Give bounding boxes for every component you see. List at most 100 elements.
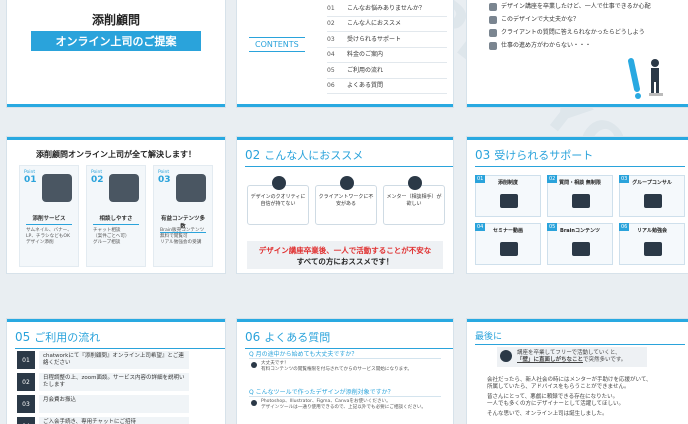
- step-number: 02: [17, 373, 35, 391]
- slide-top-bar: [467, 137, 688, 140]
- section-heading: 03 受けられるサポート: [475, 147, 685, 167]
- toc-text: 受けられるサポート: [347, 35, 402, 43]
- section-number: 06: [245, 330, 261, 344]
- step-number: 03: [17, 395, 35, 413]
- support-heading: Brainコンテンツ: [560, 228, 600, 234]
- support-card: 04 セミナー動画: [475, 223, 541, 265]
- slide-solution: 添削顧問オンライン上司が全て解決します！ Point 01 添削サービス サムネイル、…: [6, 136, 226, 274]
- section-number: 02: [245, 148, 261, 162]
- toc-number: 05: [327, 66, 335, 74]
- step-box: 日程調整の上、zoom面談。サービス内容の詳細を説明いたします: [39, 373, 189, 391]
- toc-item[interactable]: 06 よくある質問: [327, 79, 447, 94]
- section-number: 03: [475, 148, 491, 162]
- persona-card: デザインのクオリティに自信が持てない: [247, 176, 309, 225]
- section-heading: 05 ご利用の流れ: [15, 329, 225, 349]
- point-number: 01: [24, 175, 37, 185]
- support-card: 06 リアル勉強会: [619, 223, 685, 265]
- worry-text: クライアントの質問に答えられなかったらどうしよう: [501, 29, 645, 36]
- closing-p5: そんな思いで、オンライン上司は誕生しました。: [487, 411, 608, 417]
- toc-number: 04: [327, 51, 335, 59]
- point-description: サムネイル、バナー、LP、チラシなどもOK デザイン添削: [26, 228, 72, 245]
- toc-number: 02: [327, 20, 335, 28]
- toc-text: ご利用の流れ: [347, 66, 384, 74]
- chat-bubble-icon: [489, 16, 497, 24]
- toc-item[interactable]: 03 受けられるサポート: [327, 32, 447, 48]
- support-heading: リアル勉強会: [637, 228, 667, 234]
- point-illustration: [109, 174, 139, 202]
- closing-title: 最後に: [475, 329, 685, 345]
- title-sub: オンライン上司のご提案: [31, 31, 201, 51]
- point-illustration: [42, 174, 72, 202]
- worried-person-illustration: [628, 58, 663, 99]
- quote-line-1: 講座を卒業してフリーで活動していくと、: [517, 350, 621, 356]
- toc-number: 06: [327, 82, 335, 90]
- point-number: 03: [158, 175, 171, 185]
- chat-bubble-icon: [489, 42, 497, 50]
- banner-highlight: デザイン講座卒業後、一人で活動することが不安な: [258, 246, 432, 255]
- slide-title: 添削顧問 オンライン上司のご提案: [6, 0, 226, 108]
- step-box: ご入会手続き、専用チャットにご招待: [39, 417, 189, 424]
- point-description: チャット相談 （案件ごとへ可） グループ相談: [93, 228, 130, 245]
- point-card: Point 01 添削サービス サムネイル、バナー、LP、チラシなどもOK デザイン添…: [19, 165, 79, 267]
- banner-text: すべての方におススメです！: [296, 257, 394, 266]
- answer-icon: [251, 362, 257, 368]
- section-title: よくある質問: [264, 331, 331, 344]
- person-icon: [272, 176, 286, 190]
- solution-title: 添削顧問オンライン上司が全て解決します！: [36, 150, 196, 159]
- slide-top-bar: [467, 319, 688, 322]
- slide-top-bar: [7, 319, 225, 322]
- worry-text: 仕事の進め方がわからない・・・: [501, 42, 592, 49]
- closing-p1: 会社だったら、新人社会の時にはメンターが手助けを応援がいて、: [487, 377, 652, 383]
- section-heading: 02 こんな人におススメ: [245, 147, 453, 167]
- slide-recommend: 02 こんな人におススメ デザインのクオリティに自信が持てない クライアントワークに…: [236, 136, 454, 274]
- support-heading: 質問・相談 無制限: [559, 180, 601, 186]
- recommend-banner: デザイン講座卒業後、一人で活動することが不安な すべての方におススメです！: [247, 241, 443, 269]
- toc-item[interactable]: 02 こんな人におススメ: [327, 17, 447, 32]
- slide-bottom-bar: [237, 104, 453, 107]
- support-card: 02 質問・相談 無制限: [547, 175, 613, 217]
- toc-item[interactable]: 04 料金のご案内: [327, 48, 447, 63]
- faq-question: Q 月の途中から始めても大丈夫ですか？: [249, 351, 358, 358]
- step-number: 01: [17, 351, 35, 369]
- faq-answer: 大丈夫です！ 有料コンテンツの閲覧権限を付与されてからのサービス開始になります。: [261, 361, 412, 372]
- closing-body: 会社だったら、新人社会の時にはメンターが手助けを応援がいて、 所属していたら、ア…: [487, 377, 687, 418]
- toc-text: こんなお悩みありませんか？: [347, 4, 425, 12]
- point-illustration: [176, 174, 206, 202]
- persona-card: クライアントワークに不安がある: [315, 176, 377, 225]
- slide-top-bar: [237, 137, 453, 140]
- faq-divider: [249, 396, 441, 397]
- toc-list: 01 こんなお悩みありませんか？ 02 こんな人におススメ 03 受けられるサポート 04 料…: [327, 1, 447, 94]
- support-icon: [500, 242, 518, 256]
- closing-p2: 所属していたら、アドバイスをもらうことができません。: [487, 384, 630, 390]
- persona-text: メンター（相談相手）が欲しい: [386, 194, 442, 207]
- support-icon: [500, 194, 518, 208]
- support-card: 05 Brainコンテンツ: [547, 223, 613, 265]
- support-card: 01 添削制度: [475, 175, 541, 217]
- section-title: 受けられるサポート: [494, 149, 594, 162]
- worry-text: デザイン講座を卒業したけど、一人で仕事できるか心配: [501, 3, 651, 10]
- chat-bubble-icon: [489, 29, 497, 37]
- slide-top-bar: [7, 137, 225, 140]
- toc-item[interactable]: 05 ご利用の流れ: [327, 63, 447, 79]
- support-card: 03 グループコンサル: [619, 175, 685, 217]
- section-heading: 06 よくある質問: [245, 329, 453, 349]
- worry-item: クライアントの質問に答えられなかったらどうしよう: [489, 29, 688, 42]
- slide-faq: 06 よくある質問 Q 月の途中から始めても大丈夫ですか？ 大丈夫です！ 有料コンテ…: [236, 318, 454, 424]
- answer-icon: [251, 400, 257, 406]
- toc-text: こんな人におススメ: [347, 20, 402, 28]
- toc-item[interactable]: 01 こんなお悩みありませんか？: [327, 1, 447, 17]
- worry-item: このデザインで大丈夫かな？: [489, 16, 688, 29]
- persona-text: クライアントワークに不安がある: [318, 194, 374, 207]
- quote-line-3: で突然多いです。: [583, 357, 627, 363]
- slide-bottom-bar: [7, 104, 225, 107]
- slide-support: 03 受けられるサポート 01 添削制度 02 質問・相談 無制限 03 グループコンサル 0…: [466, 136, 688, 274]
- faq-answer: Photoshop、Illustrator、Figma、Canvaをお使いくださ…: [261, 399, 427, 410]
- toc-text: 料金のご案内: [347, 51, 384, 59]
- slide-worries: デザイン講座を卒業したけど、一人で仕事できるか心配 このデザインで大丈夫かな？ クラ…: [466, 0, 688, 108]
- point-card: Point 03 有益コンテンツ多数 Brain販売コンテンツ 無料で閲覧可 リアル勉…: [153, 165, 213, 267]
- section-title: こんな人におススメ: [264, 149, 364, 162]
- worry-text: このデザインで大丈夫かな？: [501, 16, 580, 23]
- chat-bubble-icon: [489, 3, 497, 11]
- point-card: Point 02 相談しやすさ チャット相談 （案件ごとへ可） グループ相談: [86, 165, 146, 267]
- contents-label: CONTENTS: [249, 37, 305, 52]
